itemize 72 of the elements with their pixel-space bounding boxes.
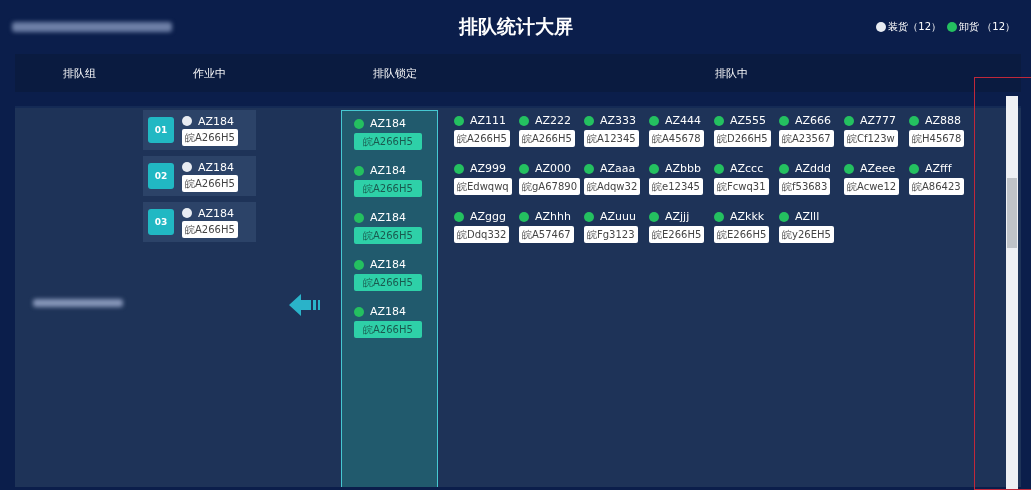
queue-code: AZbbb xyxy=(665,162,701,175)
queue-code: AZ666 xyxy=(795,114,832,127)
queue-code: AZ333 xyxy=(600,114,637,127)
plate-number: 皖D266H5 xyxy=(714,130,771,147)
column-header: 排队锁定 xyxy=(373,66,417,81)
queue-code: AZ184 xyxy=(198,160,235,174)
plate-number: 皖e12345 xyxy=(649,178,703,195)
plate-number: 皖A45678 xyxy=(649,130,704,147)
queue-code: AZ184 xyxy=(198,114,235,128)
queue-code: AZggg xyxy=(470,210,506,223)
plate-number: 皖Acwe12 xyxy=(844,178,900,195)
plate-number: 皖A266H5 xyxy=(354,227,422,244)
plate-number: 皖E266H5 xyxy=(714,226,770,243)
plate-number: 皖A266H5 xyxy=(182,128,238,146)
index-badge: 01 xyxy=(148,117,174,143)
column-header: 排队组 xyxy=(63,66,96,81)
queue-code: AZ555 xyxy=(730,114,767,127)
plate-number: 皖A266H5 xyxy=(182,174,238,192)
queue-code: AZ000 xyxy=(535,162,572,175)
queue-code: AZccc xyxy=(730,162,764,175)
queue-code: AZeee xyxy=(860,162,896,175)
queue-code: AZ444 xyxy=(665,114,702,127)
queue-code: AZ222 xyxy=(535,114,572,127)
plate-number: 皖A266H5 xyxy=(454,130,510,147)
plate-number: 皖A23567 xyxy=(779,130,834,147)
legend-label: 装货（12） xyxy=(888,20,942,34)
plate-number: 皖A266H5 xyxy=(182,220,238,238)
queue-code: AZaaa xyxy=(600,162,636,175)
index-badge: 03 xyxy=(148,209,174,235)
queue-code: AZuuu xyxy=(600,210,636,223)
queue-code: AZ184 xyxy=(370,211,407,224)
queue-code: AZhhh xyxy=(535,210,571,223)
plate-number: 皖Adqw32 xyxy=(584,178,641,195)
plate-number: 皖A266H5 xyxy=(354,321,422,338)
queue-code: AZ184 xyxy=(370,258,407,271)
plate-number: 皖f53683 xyxy=(779,178,831,195)
plate-number: 皖A86423 xyxy=(909,178,964,195)
column-header: 作业中 xyxy=(193,66,226,81)
arrow-left-icon xyxy=(289,293,321,317)
queue-code: AZ184 xyxy=(370,305,407,318)
plate-number: 皖gA67890 xyxy=(519,178,580,195)
plate-number: 皖Cf123w xyxy=(844,130,898,147)
scrollbar[interactable] xyxy=(1006,96,1018,490)
queue-code: AZkkk xyxy=(730,210,765,223)
plate-number: 皖A57467 xyxy=(519,226,574,243)
column-header: 排队中 xyxy=(715,66,748,81)
queue-code: AZ184 xyxy=(198,206,235,220)
queue-code: AZ777 xyxy=(860,114,897,127)
plate-number: 皖Fcwq31 xyxy=(714,178,769,195)
queue-code: AZlll xyxy=(795,210,820,223)
queue-code: AZjjj xyxy=(665,210,690,223)
plate-number: 皖A266H5 xyxy=(354,274,422,291)
plate-number: 皖A266H5 xyxy=(354,180,422,197)
plate-number: 皖Fg3123 xyxy=(584,226,638,243)
plate-number: 皖Ddq332 xyxy=(454,226,510,243)
queue-code: AZ184 xyxy=(370,117,407,130)
index-badge: 02 xyxy=(148,163,174,189)
plate-number: 皖A12345 xyxy=(584,130,639,147)
plate-number: 皖E266H5 xyxy=(649,226,705,243)
legend-label: 卸货 （12） xyxy=(959,20,1015,34)
queue-code: AZ184 xyxy=(370,164,407,177)
plate-number: 皖Edwqwq xyxy=(454,178,512,195)
queue-code: AZfff xyxy=(925,162,952,175)
page-title: 排队统计大屏 xyxy=(458,14,573,39)
plate-number: 皖H45678 xyxy=(909,130,965,147)
plate-number: 皖A266H5 xyxy=(519,130,575,147)
plate-number: 皖y26EH5 xyxy=(779,226,834,243)
queue-code: AZ888 xyxy=(925,114,962,127)
queue-code: AZ111 xyxy=(470,114,507,127)
queue-code: AZ999 xyxy=(470,162,507,175)
queue-code: AZddd xyxy=(795,162,831,175)
plate-number: 皖A266H5 xyxy=(354,133,422,150)
